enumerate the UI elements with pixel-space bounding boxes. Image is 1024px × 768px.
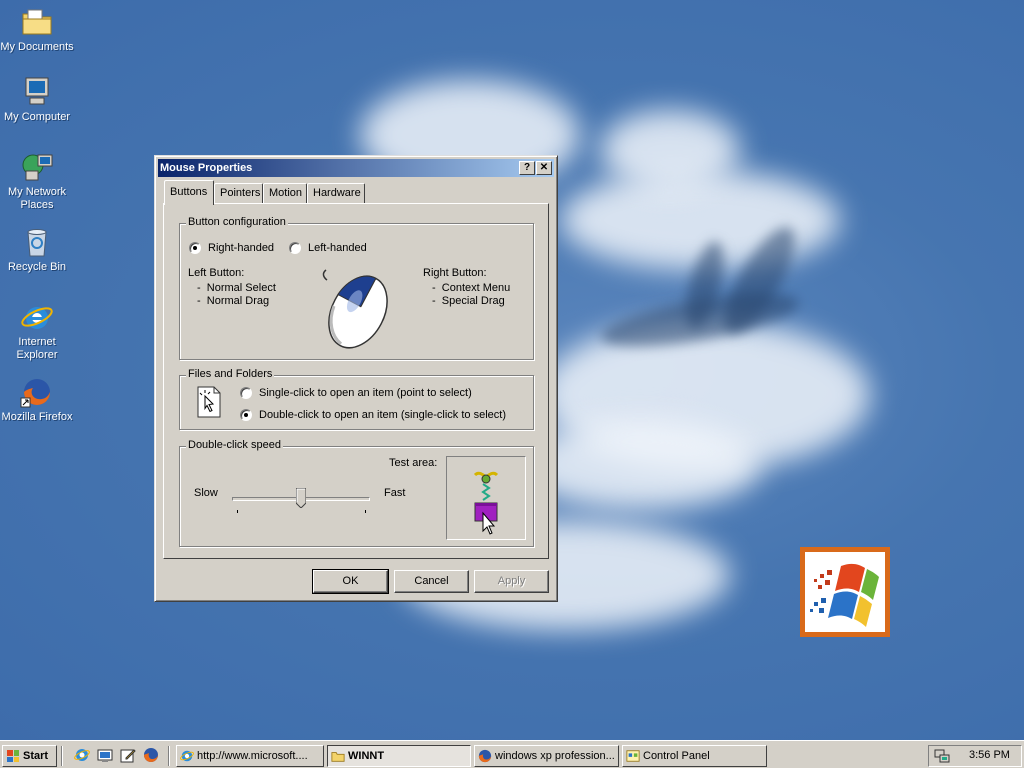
double-click-radio[interactable]: Double-click to open an item (single-cli…: [240, 409, 506, 421]
test-area[interactable]: [446, 456, 526, 540]
radio-label: Right-handed: [208, 242, 275, 254]
recycle-bin-icon: [20, 226, 54, 258]
test-area-label: Test area:: [389, 457, 438, 469]
radio-label: Double-click to open an item (single-cli…: [259, 409, 506, 421]
taskbar-item-label: http://www.microsoft....: [197, 750, 308, 762]
desktop-icon-my-documents[interactable]: My Documents: [0, 6, 74, 54]
control-panel-icon: [626, 749, 640, 763]
wallpaper-cloud: [600, 110, 740, 190]
button-configuration-group: Button configuration Right-handed Left-h…: [179, 216, 534, 360]
taskbar-item-control-panel[interactable]: Control Panel: [622, 745, 767, 767]
desktop-icon-label: My Network Places: [7, 186, 67, 211]
desktop-icon-network-places[interactable]: My Network Places: [0, 151, 74, 212]
desktop-icon-label: Internet Explorer: [16, 336, 58, 361]
tab-pointers[interactable]: Pointers: [214, 183, 263, 204]
firefox-icon: [20, 376, 54, 408]
taskbar-item-label: WINNT: [348, 750, 385, 762]
left-button-heading: Left Button:: [188, 267, 245, 279]
desktop-icon-label: My Computer: [3, 111, 71, 123]
show-desktop-icon[interactable]: [97, 747, 113, 763]
desktop-icon-label: My Documents: [0, 41, 74, 53]
help-button[interactable]: ?: [519, 161, 535, 175]
double-click-speed-group: Double-click speed Slow Fast Test area:: [179, 439, 534, 547]
left-handed-radio[interactable]: Left-handed: [289, 242, 367, 254]
cancel-button[interactable]: Cancel: [394, 570, 469, 593]
speed-slider-thumb[interactable]: [295, 487, 307, 509]
single-click-radio[interactable]: Single-click to open an item (point to s…: [240, 387, 472, 399]
radio-indicator: [189, 242, 201, 254]
slider-tick: [365, 510, 366, 513]
taskbar-item-windows-xp[interactable]: windows xp profession...: [474, 745, 619, 767]
fast-label: Fast: [384, 487, 406, 499]
windows-logo: [800, 547, 890, 637]
taskbar-item-microsoft[interactable]: http://www.microsoft....: [176, 745, 324, 767]
internet-explorer-icon[interactable]: [74, 747, 90, 763]
apply-button[interactable]: Apply: [474, 570, 549, 593]
taskbar-item-label: Control Panel: [643, 750, 710, 762]
firefox-icon[interactable]: [143, 747, 159, 763]
taskbar-item-winnt[interactable]: WINNT: [327, 745, 471, 767]
clock[interactable]: 3:56 PM: [969, 749, 1010, 761]
windows-flag-icon: [6, 749, 20, 763]
taskbar-separator: [61, 746, 63, 766]
internet-explorer-icon: [20, 301, 54, 333]
desktop-icon-firefox[interactable]: Mozilla Firefox: [0, 376, 74, 424]
folder-icon: [331, 749, 345, 763]
taskbar-separator: [168, 746, 170, 766]
buttons-tab-panel: Button configuration Right-handed Left-h…: [163, 203, 549, 559]
internet-explorer-icon: [180, 749, 194, 763]
radio-indicator: [240, 387, 252, 399]
desktop-icon-label: Mozilla Firefox: [1, 411, 73, 423]
right-button-item: - Special Drag: [432, 295, 505, 307]
mouse-properties-dialog: Mouse Properties ? ✕ Buttons Pointers Mo…: [154, 155, 558, 602]
radio-label: Single-click to open an item (point to s…: [259, 387, 472, 399]
group-title: Button configuration: [186, 216, 288, 228]
desktop-icon-internet-explorer[interactable]: Internet Explorer: [0, 301, 74, 362]
system-tray: 3:56 PM: [928, 745, 1022, 767]
dialog-titlebar[interactable]: Mouse Properties ? ✕: [158, 159, 554, 177]
files-and-folders-group: Files and Folders Single-click to open a…: [179, 368, 534, 430]
computer-icon: [20, 76, 54, 108]
left-button-item: - Normal Drag: [197, 295, 270, 307]
tab-motion[interactable]: Motion: [263, 183, 307, 204]
tab-buttons[interactable]: Buttons: [164, 180, 214, 205]
slider-tick: [237, 510, 238, 513]
slow-label: Slow: [194, 487, 218, 499]
right-handed-radio[interactable]: Right-handed: [189, 242, 274, 254]
network-icon: [20, 151, 54, 183]
mouse-illustration-icon: [312, 266, 404, 353]
desktop-icon-label: Recycle Bin: [7, 261, 67, 273]
radio-indicator: [240, 409, 252, 421]
radio-label: Left-handed: [308, 242, 367, 254]
right-button-item: - Context Menu: [432, 282, 511, 294]
edit-icon[interactable]: [120, 747, 136, 763]
start-button[interactable]: Start: [2, 745, 57, 767]
left-button-item: - Normal Select: [197, 282, 276, 294]
right-button-heading: Right Button:: [423, 267, 487, 279]
ok-button[interactable]: OK: [312, 569, 389, 594]
taskbar: Start http://www.microsoft.... WINNT win…: [0, 740, 1024, 768]
radio-indicator: [289, 242, 301, 254]
desktop-icon-recycle-bin[interactable]: Recycle Bin: [0, 226, 74, 274]
firefox-icon: [478, 749, 492, 763]
jack-in-the-box-icon: [473, 471, 499, 535]
start-label: Start: [23, 750, 49, 762]
tab-hardware[interactable]: Hardware: [307, 183, 365, 204]
folder-icon: [20, 6, 54, 38]
group-title: Double-click speed: [186, 439, 283, 451]
close-button[interactable]: ✕: [536, 161, 552, 175]
desktop-icon-my-computer[interactable]: My Computer: [0, 76, 74, 124]
network-status-icon[interactable]: [934, 748, 950, 767]
group-title: Files and Folders: [186, 368, 275, 380]
click-pointer-icon: [196, 386, 222, 421]
taskbar-item-label: windows xp profession...: [495, 750, 615, 762]
dialog-title: Mouse Properties: [160, 162, 253, 174]
